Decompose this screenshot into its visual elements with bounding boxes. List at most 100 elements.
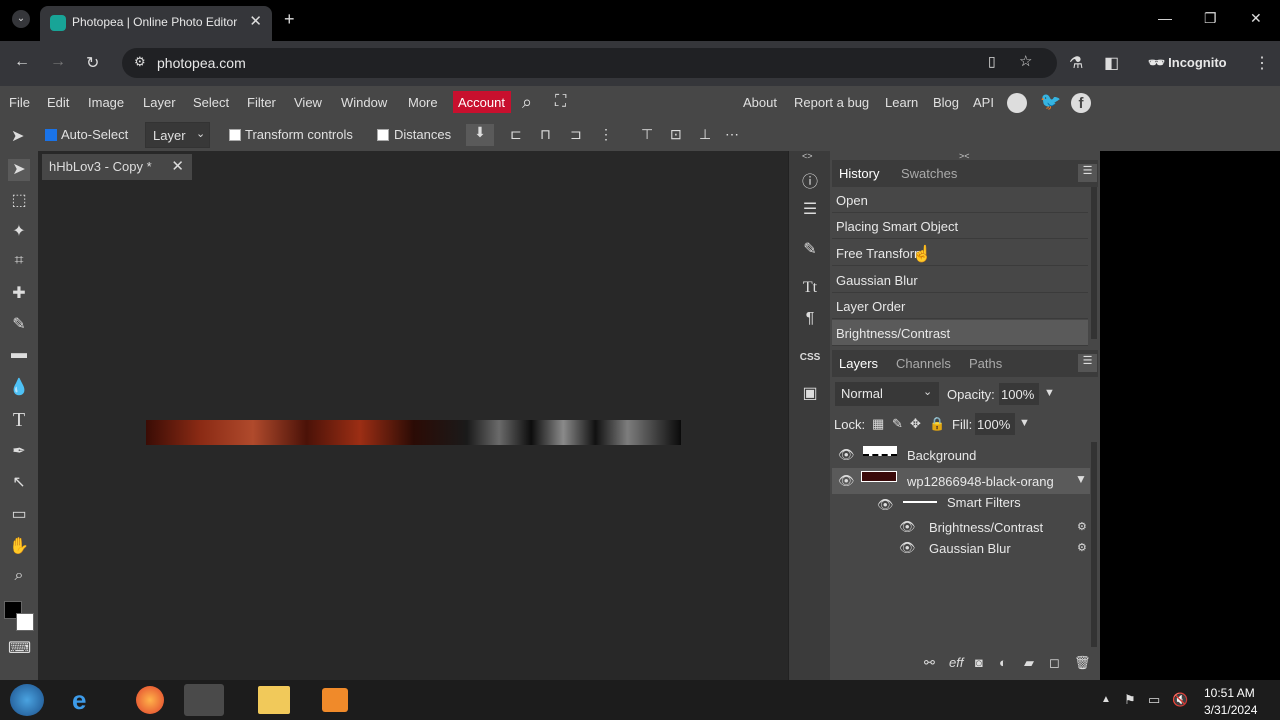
site-info-icon[interactable]: ⚙	[134, 54, 146, 70]
paragraph-icon[interactable]: ¶	[799, 310, 821, 332]
link-api[interactable]: API	[973, 95, 994, 110]
omnibox[interactable]: ⚙ photopea.com ▯ ☆	[122, 48, 1057, 78]
clock-date[interactable]: 3/31/2024	[1204, 703, 1257, 717]
side-panel-icon[interactable]: ◧	[1104, 53, 1119, 73]
account-button[interactable]: Account	[453, 91, 511, 113]
tab-close-icon[interactable]: ✕	[249, 12, 262, 30]
reddit-icon[interactable]	[1007, 93, 1027, 113]
menu-edit[interactable]: Edit	[47, 95, 69, 110]
history-item[interactable]: Placing Smart Object	[832, 213, 1088, 239]
link-report-bug[interactable]: Report a bug	[794, 95, 869, 110]
move-tool-icon[interactable]: ➤	[8, 159, 30, 181]
network-icon[interactable]: ▭	[1148, 692, 1160, 708]
menu-more[interactable]: More	[408, 95, 438, 110]
align-right-icon[interactable]: ⊐	[570, 126, 582, 143]
photopea-taskbar-icon[interactable]	[184, 684, 224, 716]
link-learn[interactable]: Learn	[885, 95, 918, 110]
keyboard-icon[interactable]: ⌨	[8, 638, 31, 660]
menu-view[interactable]: View	[294, 95, 322, 110]
menu-image[interactable]: Image	[88, 95, 124, 110]
page-icon[interactable]: ▯	[988, 53, 996, 70]
tab-layers[interactable]: Layers	[839, 356, 878, 371]
link-about[interactable]: About	[743, 95, 777, 110]
auto-select-checkbox[interactable]	[45, 129, 57, 141]
new-group-icon[interactable]: ▰	[1024, 655, 1034, 671]
distribute-icon[interactable]: ⋮	[599, 126, 613, 143]
history-item[interactable]: Brightness/Contrast	[832, 320, 1088, 346]
menu-layer[interactable]: Layer	[143, 95, 176, 110]
ie-icon[interactable]: e	[72, 685, 86, 716]
document-tab[interactable]: hHbLov3 - Copy * ✕	[42, 154, 192, 180]
healing-brush-icon[interactable]: ✚	[8, 283, 30, 305]
back-icon[interactable]: ←	[14, 53, 30, 71]
filter-brightness-contrast[interactable]: Brightness/Contrast	[929, 520, 1043, 535]
menu-filter[interactable]: Filter	[247, 95, 276, 110]
brush-settings-icon[interactable]: ✎	[799, 239, 821, 261]
move-tool-icon[interactable]: ➤	[11, 126, 24, 146]
adjustment-layer-icon[interactable]: ◐	[999, 655, 1007, 670]
lock-pixels-icon[interactable]: ✎	[892, 416, 903, 432]
gradient-tool-icon[interactable]: ▬	[8, 345, 30, 367]
background-color-swatch[interactable]	[16, 613, 34, 631]
link-layers-icon[interactable]: ⚯	[924, 655, 935, 671]
layer-select[interactable]: Layer ⌄	[145, 122, 210, 148]
filter-options-icon[interactable]: ⚙	[1077, 520, 1087, 533]
eye-icon[interactable]: 👁	[838, 447, 855, 463]
clock-time[interactable]: 10:51 AM	[1204, 686, 1255, 700]
opacity-input[interactable]: 100%	[999, 383, 1039, 405]
new-layer-icon[interactable]: ◻	[1049, 655, 1060, 671]
crop-tool-icon[interactable]: ⌗	[8, 252, 30, 274]
link-blog[interactable]: Blog	[933, 95, 959, 110]
filter-gaussian-blur[interactable]: Gaussian Blur	[929, 541, 1011, 556]
brush-tool-icon[interactable]: ✎	[8, 314, 30, 336]
fill-input[interactable]: 100%	[975, 413, 1015, 435]
shape-tool-icon[interactable]: ▭	[8, 504, 30, 526]
fill-dropdown-icon[interactable]: ▼	[1019, 417, 1030, 429]
eye-icon[interactable]: 👁	[877, 497, 894, 513]
magic-wand-icon[interactable]: ✦	[8, 221, 30, 243]
align-bottom-icon[interactable]: ⊥	[699, 126, 711, 143]
history-item[interactable]: Free Transform	[832, 240, 1088, 266]
tab-list-chevron-icon[interactable]: ⌄	[12, 10, 30, 28]
twitter-icon[interactable]: 🐦	[1040, 92, 1061, 112]
eye-icon[interactable]: 👁	[899, 540, 916, 556]
bookmark-star-icon[interactable]: ☆	[1019, 52, 1032, 70]
reload-icon[interactable]: ↻	[86, 53, 99, 73]
lock-transparency-icon[interactable]: ▦	[872, 416, 884, 432]
menu-select[interactable]: Select	[193, 95, 229, 110]
image-icon[interactable]: ▣	[799, 383, 821, 405]
panel-menu-icon[interactable]: ☰	[1078, 164, 1097, 182]
incognito-badge[interactable]: 🕶 Incognito	[1148, 55, 1227, 71]
blur-tool-icon[interactable]: 💧	[8, 377, 30, 399]
text-tool-icon[interactable]: T	[8, 409, 30, 431]
delete-layer-icon[interactable]: 🗑	[1074, 655, 1091, 671]
css-icon[interactable]: CSS	[799, 352, 821, 374]
layers-scrollbar[interactable]	[1091, 442, 1097, 647]
labs-icon[interactable]: ⚗	[1069, 53, 1083, 73]
path-select-icon[interactable]: ↖	[8, 472, 30, 494]
character-icon[interactable]: Tt	[799, 279, 821, 301]
lock-all-icon[interactable]: 🔒	[929, 416, 945, 432]
volume-muted-icon[interactable]: 🔇	[1172, 692, 1188, 708]
tray-expand-icon[interactable]: ▲	[1101, 694, 1111, 705]
align-middle-icon[interactable]: ⊡	[670, 126, 682, 143]
marquee-tool-icon[interactable]: ⬚	[8, 190, 30, 212]
browser-menu-icon[interactable]: ⋮	[1254, 53, 1270, 73]
tab-channels[interactable]: Channels	[896, 356, 951, 371]
zoom-tool-icon[interactable]: ⌕	[8, 567, 30, 589]
pen-tool-icon[interactable]: ✒	[8, 441, 30, 463]
history-item[interactable]: Layer Order	[832, 293, 1088, 319]
fullscreen-icon[interactable]: ⛶	[555, 93, 566, 111]
canvas-workspace[interactable]	[38, 151, 788, 680]
menu-window[interactable]: Window	[341, 95, 387, 110]
browser-tab[interactable]: Photopea | Online Photo Editor ✕	[40, 6, 272, 41]
hand-tool-icon[interactable]: ✋	[8, 536, 30, 558]
eye-icon[interactable]: 👁	[838, 473, 855, 489]
new-tab-icon[interactable]: +	[284, 9, 295, 30]
forward-icon[interactable]: →	[50, 53, 66, 71]
start-button-icon[interactable]	[10, 684, 44, 716]
document-close-icon[interactable]: ✕	[171, 157, 184, 175]
facebook-icon[interactable]: f	[1071, 93, 1091, 113]
tab-swatches[interactable]: Swatches	[901, 166, 957, 181]
menu-file[interactable]: File	[9, 95, 30, 110]
